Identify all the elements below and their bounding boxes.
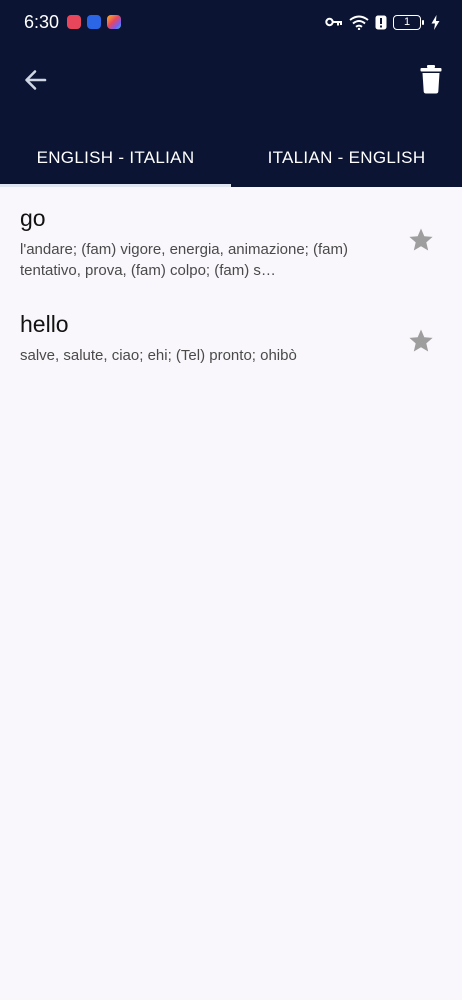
app-header: 6:30 1 ENGLISH - ITALIAN ITALIAN - ENGLI… — [0, 0, 462, 187]
status-bar: 6:30 1 — [0, 0, 462, 44]
tab-label: ITALIAN - ENGLISH — [267, 147, 426, 167]
history-list: go l'andare; (fam) vigore, energia, anim… — [0, 187, 462, 383]
alert-icon — [375, 15, 387, 29]
tab-label: ENGLISH - ITALIAN — [36, 147, 195, 167]
status-icons: 1 — [325, 14, 440, 30]
tab-english-italian[interactable]: ENGLISH - ITALIAN — [0, 128, 231, 187]
arrow-left-icon — [25, 70, 47, 90]
colorful-app-icon — [107, 15, 122, 29]
tab-italian-english[interactable]: ITALIAN - ENGLISH — [231, 128, 462, 187]
star-icon — [409, 329, 433, 352]
favorite-star-button[interactable] — [408, 328, 434, 354]
charging-bolt-icon — [431, 14, 440, 30]
key-icon — [325, 17, 342, 27]
entry-word: hello — [20, 311, 69, 337]
wifi-icon — [349, 15, 369, 30]
star-icon — [409, 228, 433, 251]
back-button[interactable] — [22, 66, 50, 94]
favorite-star-button[interactable] — [408, 227, 434, 253]
blue-bulb-app-icon — [87, 15, 102, 29]
delete-all-button[interactable] — [420, 64, 442, 94]
list-item[interactable]: go l'andare; (fam) vigore, energia, anim… — [0, 187, 462, 293]
battery-level: 1 — [403, 15, 411, 28]
status-time: 6:30 — [24, 11, 60, 32]
trash-icon — [420, 65, 442, 94]
dictionary-tabs: ENGLISH - ITALIAN ITALIAN - ENGLISH — [0, 128, 462, 187]
red-square-app-icon — [67, 15, 82, 29]
entry-meaning: salve, salute, ciao; ehi; (Tel) pronto; … — [20, 347, 297, 364]
battery-icon: 1 — [393, 14, 424, 30]
list-item[interactable]: hello salve, salute, ciao; ehi; (Tel) pr… — [0, 293, 462, 383]
entry-meaning: l'andare; (fam) vigore, energia, animazi… — [20, 241, 349, 279]
entry-word: go — [20, 205, 46, 231]
